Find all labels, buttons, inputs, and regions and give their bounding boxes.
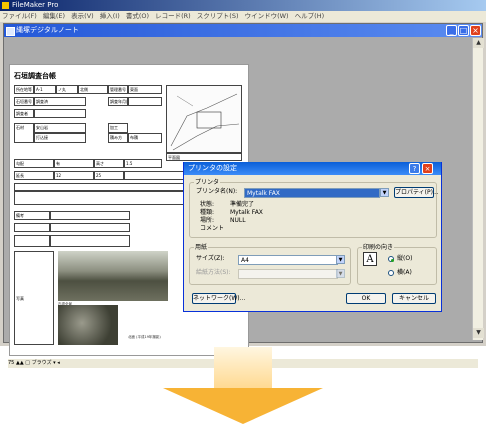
orientation-group-label: 印刷の向き xyxy=(362,242,395,251)
ok-button[interactable]: OK xyxy=(346,293,386,304)
label-wall-no: 石垣番号 xyxy=(14,97,34,106)
value-date[interactable] xyxy=(128,97,162,106)
value-id[interactable]: A-1 xyxy=(34,85,56,94)
printer-name-select[interactable]: Mytalk FAX xyxy=(244,188,380,198)
network-button[interactable]: ネットワーク(W)... xyxy=(192,293,245,304)
document-icon xyxy=(6,27,15,36)
document-titlebar: 縄塚デジタルノート xyxy=(4,24,482,37)
label-item-1 xyxy=(14,223,50,232)
label-plan: 平面図 xyxy=(166,153,242,161)
label-item-2 xyxy=(14,235,50,247)
stone-detail-photo xyxy=(58,305,118,345)
maximize-button[interactable]: □ xyxy=(458,25,469,36)
vertical-scrollbar[interactable]: ▲ ▼ xyxy=(472,38,484,340)
size-label: サイズ(Z): xyxy=(196,255,225,262)
printer-group-label: プリンタ xyxy=(194,177,221,186)
label-manage-no: 管理番号 xyxy=(108,85,128,94)
printer-name-label: プリンタ名(N): xyxy=(196,188,238,195)
close-button[interactable]: × xyxy=(470,25,481,36)
value-length[interactable]: 12 xyxy=(54,171,94,180)
source-select[interactable] xyxy=(238,269,338,279)
menu-insert[interactable]: 挿入(I) xyxy=(98,12,122,20)
label-stacking: 積み方 xyxy=(108,133,128,143)
label-stone: 石材 xyxy=(14,123,34,143)
menu-records[interactable]: レコード(R) xyxy=(153,12,193,20)
where-value: NULL xyxy=(230,217,246,224)
label-location: 所在地等 xyxy=(14,85,34,94)
paper-group xyxy=(189,247,351,285)
menu-bar: ファイル(F) 編集(E) 表示(V) 挿入(I) 書式(O) レコード(R) … xyxy=(0,11,486,22)
printer-dropdown-icon[interactable]: ▼ xyxy=(380,188,389,197)
value-stacking[interactable]: 布積 xyxy=(128,133,162,143)
menu-edit[interactable]: 編集(E) xyxy=(41,12,67,20)
value-area[interactable]: ノ丸 xyxy=(56,85,78,94)
source-dropdown-icon[interactable]: ▼ xyxy=(336,269,345,278)
label-notes: 備考 xyxy=(14,211,50,220)
printer-setup-dialog: プリンタの設定 ? × プリンタ プリンタ名(N): Mytalk FAX ▼ … xyxy=(183,162,442,312)
menu-view[interactable]: 表示(V) xyxy=(69,12,96,20)
document-title: 縄塚デジタルノート xyxy=(16,26,79,34)
site-plan-drawing xyxy=(166,85,242,153)
record-title: 石垣調査台帳 xyxy=(14,72,56,80)
value-side[interactable]: 北側 xyxy=(78,85,108,94)
value-status[interactable]: 調査済 xyxy=(34,97,86,106)
scroll-up-icon[interactable]: ▲ xyxy=(473,38,484,48)
mode-indicator[interactable]: ブラウズ xyxy=(32,360,52,366)
label-date: 調査年月日 xyxy=(108,97,128,106)
size-select[interactable]: A4 xyxy=(238,255,338,265)
cancel-button[interactable]: キャンセル xyxy=(392,293,436,304)
zoom-level[interactable]: 75 xyxy=(8,360,14,366)
value-height[interactable]: 1.5 xyxy=(124,159,162,168)
size-dropdown-icon[interactable]: ▼ xyxy=(336,255,345,264)
filemaker-icon xyxy=(2,2,9,9)
stone-wall-photo xyxy=(58,251,168,301)
label-length: 延長 xyxy=(14,171,54,180)
dialog-close-button[interactable]: × xyxy=(422,163,433,174)
properties-button[interactable]: プロパティ(P)... xyxy=(394,187,439,198)
dialog-titlebar: プリンタの設定 xyxy=(184,162,441,175)
label-photo: 写真 xyxy=(14,251,54,345)
paper-group-label: 用紙 xyxy=(194,242,209,251)
minimize-button[interactable]: _ xyxy=(446,25,457,36)
source-label: 給紙方法(S): xyxy=(196,269,231,276)
value-surveyor[interactable] xyxy=(34,109,86,118)
value-item-2[interactable] xyxy=(50,235,130,247)
mode-dropdown-icon[interactable]: ▾ ◂ xyxy=(53,360,60,366)
landscape-label[interactable]: 横(A) xyxy=(397,268,412,278)
portrait-radio[interactable] xyxy=(388,256,394,262)
value-finish[interactable]: 打込接 xyxy=(34,133,86,143)
label-surveyor: 調査者 xyxy=(14,109,34,118)
down-arrow-icon xyxy=(163,388,323,424)
value-slope[interactable]: 有 xyxy=(54,159,94,168)
help-button[interactable]: ? xyxy=(409,163,420,174)
menu-help[interactable]: ヘルプ(H) xyxy=(293,12,326,20)
comment-label: コメント xyxy=(200,225,225,232)
scroll-down-icon[interactable]: ▼ xyxy=(473,328,484,338)
dialog-title: プリンタの設定 xyxy=(188,164,237,172)
portrait-label[interactable]: 縦(O) xyxy=(397,254,412,264)
menu-file[interactable]: ファイル(F) xyxy=(0,12,39,20)
app-titlebar: FileMaker Pro xyxy=(0,0,486,11)
menu-format[interactable]: 書式(O) xyxy=(124,12,151,20)
site-plan-svg xyxy=(170,93,240,151)
portrait-page-icon: A xyxy=(363,252,377,266)
menu-scripts[interactable]: スクリプト(S) xyxy=(195,12,241,20)
value-face[interactable]: 東面 xyxy=(128,85,162,94)
zoom-icon[interactable]: ▲▲ □ xyxy=(16,360,32,366)
down-arrow-shaft xyxy=(214,347,272,389)
value-notes[interactable] xyxy=(50,211,130,220)
label-slope: 勾配 xyxy=(14,159,54,168)
photo-caption-2: 北面 (平成19年撮影) xyxy=(128,335,161,339)
value-item-1[interactable] xyxy=(50,223,130,232)
app-title: FileMaker Pro xyxy=(12,1,59,9)
label-finish: 加工 xyxy=(108,123,128,133)
value-count[interactable]: 25 xyxy=(94,171,124,180)
landscape-radio[interactable] xyxy=(388,270,394,276)
value-stone[interactable]: 安山岩 xyxy=(34,123,86,133)
menu-window[interactable]: ウインドウ(W) xyxy=(243,12,291,20)
label-height: 高さ xyxy=(94,159,124,168)
